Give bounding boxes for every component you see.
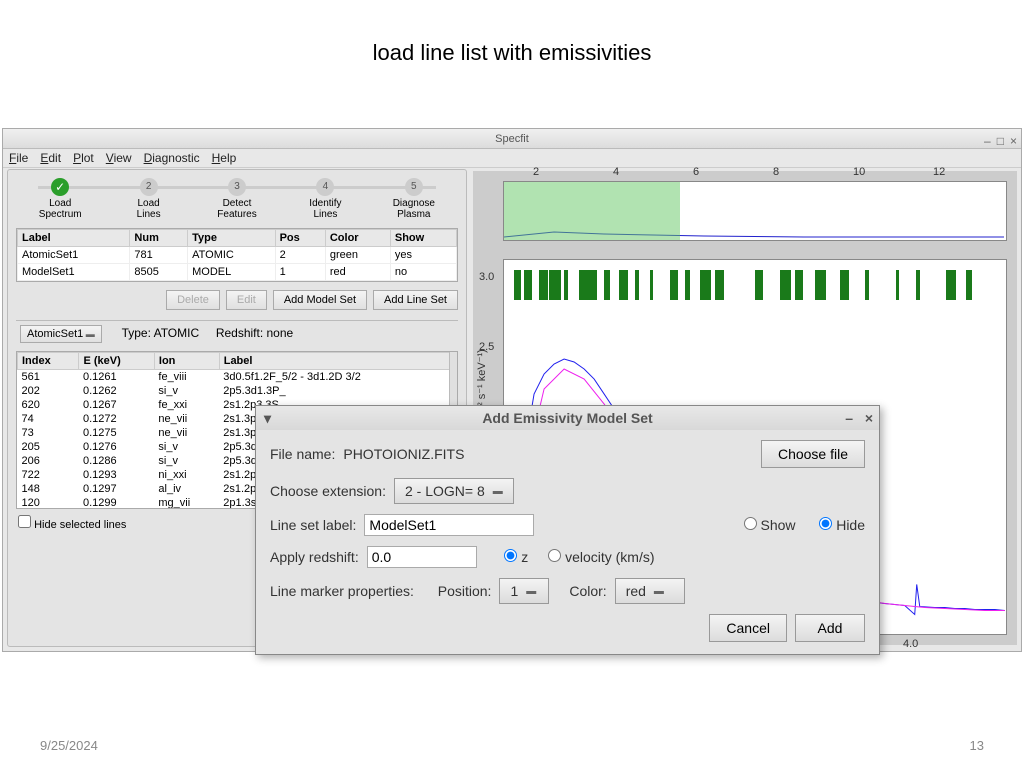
axis-tick: 2	[533, 166, 539, 178]
stepper: LoadSpectrum2LoadLines3DetectFeatures4Id…	[8, 170, 466, 220]
dialog-menu-icon[interactable]: ▾	[264, 410, 271, 427]
redshift-label: Redshift: none	[216, 326, 293, 340]
maximize-icon[interactable]: □	[997, 131, 1004, 151]
selection-region[interactable]	[504, 182, 680, 240]
dialog-titlebar: ▾ Add Emissivity Model Set – ×	[256, 406, 879, 430]
table-row[interactable]: AtomicSet1781ATOMIC2greenyes	[18, 247, 457, 264]
step[interactable]: 3DetectFeatures	[193, 178, 281, 220]
x-tick: 4.0	[903, 638, 918, 650]
marker-properties-label: Line marker properties:	[270, 583, 414, 599]
hide-label: Hide	[836, 517, 865, 533]
slide-title: load line list with emissivities	[0, 0, 1024, 86]
add-model-set-button[interactable]: Add Model Set	[273, 290, 367, 310]
hide-radio[interactable]: Hide	[819, 517, 865, 533]
delete-button[interactable]: Delete	[166, 290, 220, 310]
lineset-table[interactable]: LabelNumTypePosColorShowAtomicSet1781ATO…	[16, 228, 458, 282]
extension-label: Choose extension:	[270, 483, 386, 499]
menu-plot[interactable]: Plot	[73, 151, 94, 165]
close-icon[interactable]: ×	[1010, 131, 1017, 151]
step[interactable]: 2LoadLines	[104, 178, 192, 220]
menubar: File Edit Plot View Diagnostic Help	[3, 149, 1021, 168]
redshift-label: Apply redshift:	[270, 549, 359, 565]
table-row[interactable]: 2020.1262si_v2p5.3d1.3P_	[18, 384, 457, 398]
menu-help[interactable]: Help	[212, 151, 237, 165]
extension-selector[interactable]: 2 - LOGN= 8	[394, 478, 514, 504]
lineset-label-input[interactable]	[364, 514, 534, 536]
step[interactable]: LoadSpectrum	[16, 178, 104, 220]
color-selector[interactable]: red	[615, 578, 685, 604]
dialog-title: Add Emissivity Model Set	[482, 410, 652, 426]
step[interactable]: 5DiagnosePlasma	[370, 178, 458, 220]
velocity-radio[interactable]: velocity (km/s)	[548, 549, 654, 565]
dialog-close-icon[interactable]: ×	[865, 410, 873, 426]
axis-tick: 4	[613, 166, 619, 178]
window-title: Specfit	[495, 133, 529, 145]
position-label: Position:	[438, 583, 492, 599]
axis-tick: 8	[773, 166, 779, 178]
dialog-minimize-icon[interactable]: –	[845, 410, 853, 426]
add-line-set-button[interactable]: Add Line Set	[373, 290, 458, 310]
minimize-icon[interactable]: –	[984, 131, 991, 151]
menu-edit[interactable]: Edit	[40, 151, 61, 165]
footer-date: 9/25/2024	[40, 738, 98, 753]
footer-page: 13	[970, 738, 984, 753]
filename-label: File name:	[270, 446, 335, 462]
menu-file[interactable]: File	[9, 151, 28, 165]
axis-tick: 12	[933, 166, 945, 178]
show-label: Show	[761, 517, 796, 533]
choose-file-button[interactable]: Choose file	[761, 440, 865, 468]
edit-button[interactable]: Edit	[226, 290, 267, 310]
cancel-button[interactable]: Cancel	[709, 614, 787, 642]
type-label: Type: ATOMIC	[122, 326, 200, 340]
redshift-input[interactable]	[367, 546, 477, 568]
menu-view[interactable]: View	[106, 151, 132, 165]
table-row[interactable]: 5610.1261fe_viii3d0.5f1.2F_5/2 - 3d1.2D …	[18, 370, 457, 385]
show-radio[interactable]: Show	[744, 517, 796, 533]
hide-selected-checkbox[interactable]	[18, 515, 31, 528]
menu-diagnostic[interactable]: Diagnostic	[144, 151, 200, 165]
z-radio[interactable]: z	[504, 549, 528, 565]
axis-tick: 3.0	[479, 271, 494, 283]
z-label: z	[521, 549, 528, 565]
axis-tick: 6	[693, 166, 699, 178]
lineset-selector[interactable]: AtomicSet1	[20, 325, 102, 343]
position-selector[interactable]: 1	[499, 578, 549, 604]
overview-plot[interactable]	[503, 181, 1007, 241]
filename-value: PHOTOIONIZ.FITS	[343, 446, 464, 462]
velocity-label: velocity (km/s)	[565, 549, 654, 565]
lineset-label-label: Line set label:	[270, 517, 356, 533]
titlebar: Specfit – □ ×	[3, 129, 1021, 149]
axis-tick: 10	[853, 166, 865, 178]
subpanel: AtomicSet1 Type: ATOMIC Redshift: none	[16, 320, 458, 347]
add-button[interactable]: Add	[795, 614, 865, 642]
add-emissivity-dialog: ▾ Add Emissivity Model Set – × File name…	[255, 405, 880, 655]
step[interactable]: 4IdentifyLines	[281, 178, 369, 220]
color-label: Color:	[569, 583, 606, 599]
table-row[interactable]: ModelSet18505MODEL1redno	[18, 264, 457, 281]
hide-selected-label: Hide selected lines	[34, 519, 126, 531]
